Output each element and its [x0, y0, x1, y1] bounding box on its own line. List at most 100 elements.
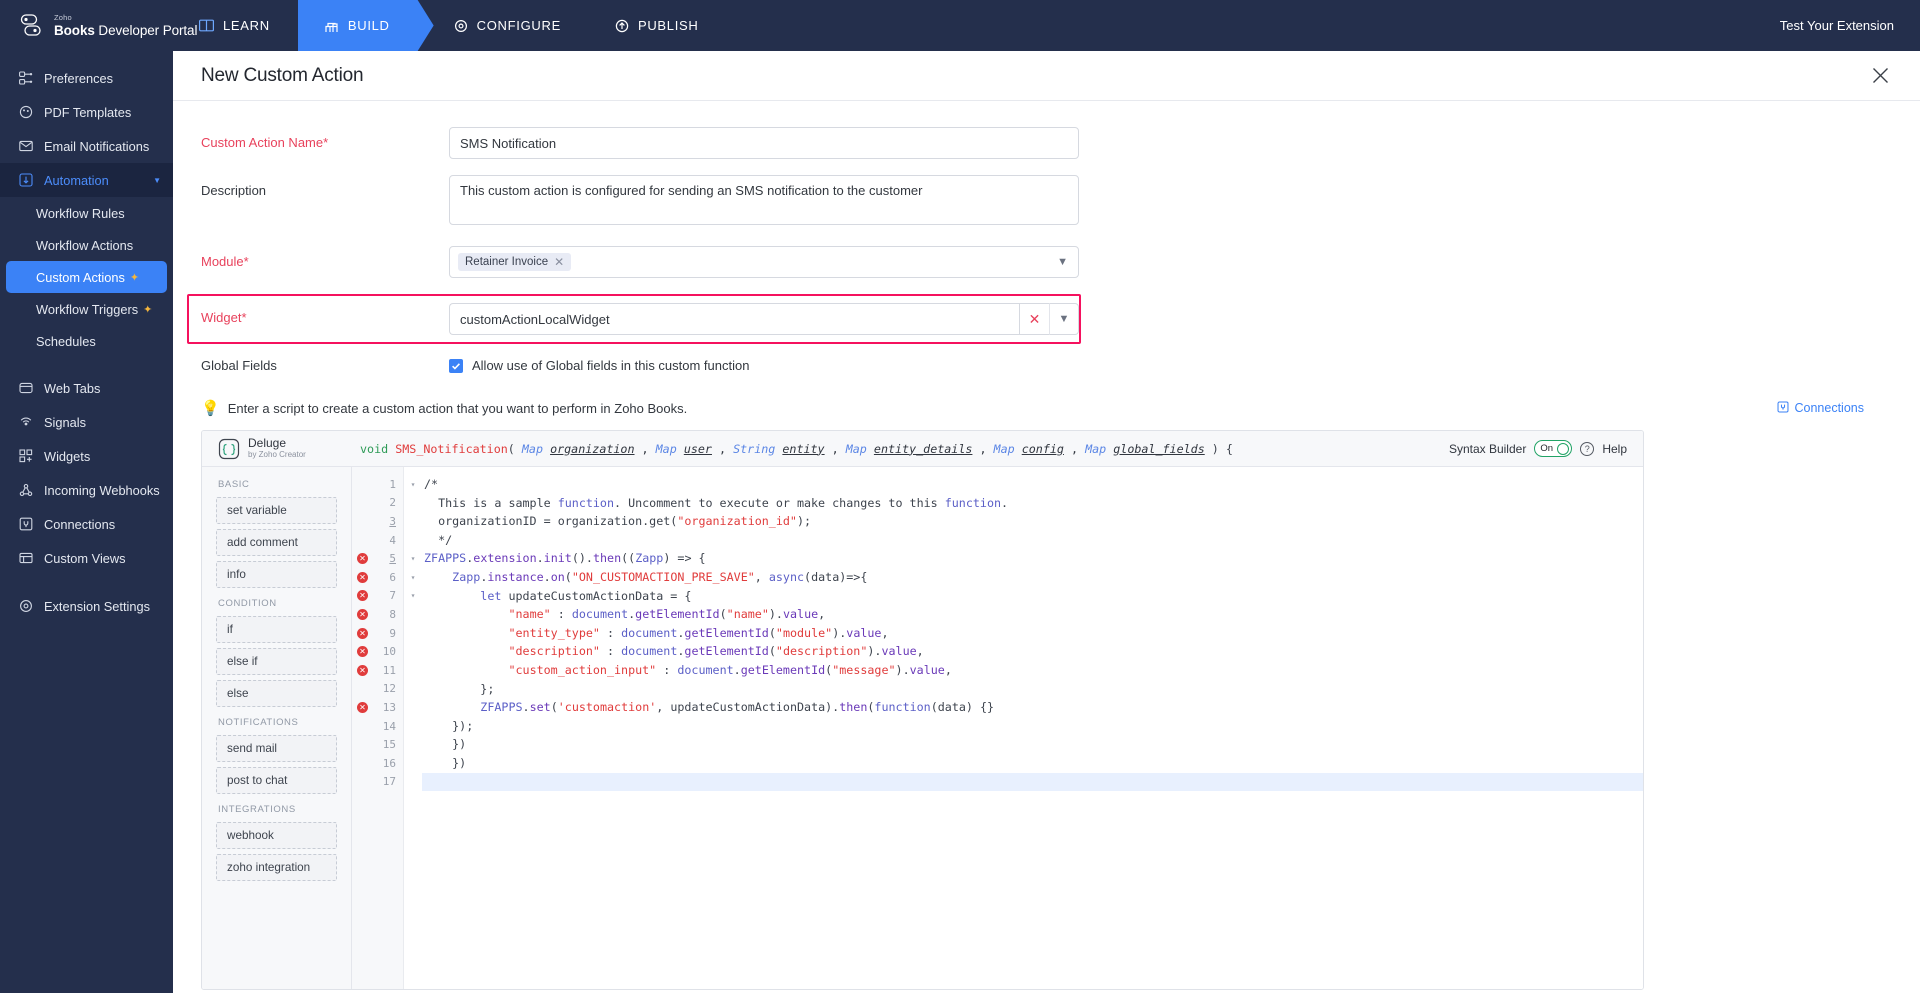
tab-build[interactable]: BUILD — [298, 0, 434, 51]
error-icon[interactable]: ✕ — [357, 572, 368, 583]
code-line[interactable]: }; — [422, 680, 1643, 699]
module-select[interactable]: Retainer Invoice ✕ ▼ — [449, 246, 1079, 278]
toggle-state-label: On — [1540, 443, 1553, 454]
sidebar-item-label: Email Notifications — [44, 139, 149, 154]
line-number: ✕5 — [352, 549, 403, 568]
palette-item-add-comment[interactable]: add comment — [216, 529, 337, 556]
param-name: config — [1022, 442, 1064, 456]
tab-learn[interactable]: LEARN — [173, 0, 298, 51]
code-line[interactable]: This is a sample function. Uncomment to … — [422, 494, 1643, 513]
signals-icon — [18, 415, 33, 430]
param-type: Map — [846, 442, 867, 456]
editor-body: BASIC set variable add comment info COND… — [202, 467, 1643, 989]
fold-spacer — [404, 531, 422, 550]
fold-toggle-icon[interactable]: ▾ — [404, 568, 422, 587]
description-textarea[interactable]: This custom action is configured for sen… — [449, 175, 1079, 225]
palette-item-info[interactable]: info — [216, 561, 337, 588]
chip-remove-icon[interactable]: ✕ — [554, 256, 564, 268]
tab-publish[interactable]: PUBLISH — [589, 0, 727, 51]
editor-header: Deluge by Zoho Creator void SMS_Notifica… — [202, 431, 1643, 467]
error-icon[interactable]: ✕ — [357, 609, 368, 620]
tab-configure-label: CONFIGURE — [477, 18, 561, 33]
error-icon[interactable]: ✕ — [357, 553, 368, 564]
sidebar-item-custom-views[interactable]: Custom Views — [0, 541, 173, 575]
error-icon[interactable]: ✕ — [357, 665, 368, 676]
sidebar-subitem-workflow-actions[interactable]: Workflow Actions — [0, 229, 173, 261]
brand-logo-area[interactable]: Zoho Books Developer Portal — [0, 0, 173, 51]
fold-toggle-icon[interactable]: ▾ — [404, 587, 422, 606]
error-icon[interactable]: ✕ — [357, 702, 368, 713]
close-icon[interactable] — [1868, 64, 1892, 88]
palette-item-post-to-chat[interactable]: post to chat — [216, 767, 337, 794]
global-fields-checkbox[interactable] — [449, 359, 463, 373]
code-line[interactable]: ZFAPPS.set('customaction', updateCustomA… — [422, 698, 1643, 717]
sidebar-item-connections[interactable]: Connections — [0, 507, 173, 541]
code-line[interactable]: organizationID = organization.get("organ… — [422, 512, 1643, 531]
fold-toggle-icon[interactable]: ▾ — [404, 549, 422, 568]
palette-item-else-if[interactable]: else if — [216, 648, 337, 675]
code-line[interactable]: ZFAPPS.extension.init().then((Zapp) => { — [422, 549, 1643, 568]
sidebar-item-automation[interactable]: Automation ▼ — [0, 163, 173, 197]
syntax-builder-toggle[interactable]: On — [1534, 440, 1572, 457]
code-line[interactable]: }) — [422, 735, 1643, 754]
palette-item-webhook[interactable]: webhook — [216, 822, 337, 849]
sidebar-item-web-tabs[interactable]: Web Tabs — [0, 371, 173, 405]
error-icon[interactable]: ✕ — [357, 590, 368, 601]
test-your-extension-button[interactable]: Test Your Extension — [1780, 18, 1894, 33]
fold-toggle-icon[interactable]: ▾ — [404, 475, 422, 494]
code-area[interactable]: 1234✕5✕6✕7✕8✕9✕10✕1112✕1314151617 ▾▾▾▾ /… — [352, 467, 1643, 989]
code-line[interactable]: "entity_type" : document.getElementId("m… — [422, 624, 1643, 643]
palette-item-set-variable[interactable]: set variable — [216, 497, 337, 524]
code-line[interactable]: /* — [422, 475, 1643, 494]
sidebar-subitem-schedules[interactable]: Schedules — [0, 325, 173, 357]
palette-item-send-mail[interactable]: send mail — [216, 735, 337, 762]
line-number: 4 — [352, 531, 403, 550]
module-chip: Retainer Invoice ✕ — [458, 253, 571, 271]
code-line[interactable] — [422, 773, 1643, 792]
fold-spacer — [404, 773, 422, 792]
sidebar-item-extension-settings[interactable]: Extension Settings — [0, 589, 173, 623]
sidebar-item-email-notifications[interactable]: Email Notifications — [0, 129, 173, 163]
code-line[interactable]: "custom_action_input" : document.getElem… — [422, 661, 1643, 680]
widget-select-control: ✕ ▼ — [449, 303, 1079, 335]
param-type: Map — [1085, 442, 1106, 456]
help-label[interactable]: Help — [1602, 442, 1627, 456]
sidebar-item-widgets[interactable]: Widgets — [0, 439, 173, 473]
chevron-down-icon[interactable]: ▼ — [1049, 303, 1079, 335]
sidebar-item-incoming-webhooks[interactable]: Incoming Webhooks — [0, 473, 173, 507]
sidebar-subitem-workflow-rules[interactable]: Workflow Rules — [0, 197, 173, 229]
page-title: New Custom Action — [201, 65, 363, 87]
code-line[interactable]: let updateCustomActionData = { — [422, 587, 1643, 606]
sidebar-item-pdf-templates[interactable]: PDF Templates — [0, 95, 173, 129]
widget-input[interactable] — [449, 303, 1019, 335]
clear-icon[interactable]: ✕ — [1019, 303, 1049, 335]
code-line[interactable]: "name" : document.getElementId("name").v… — [422, 605, 1643, 624]
fold-spacer — [404, 698, 422, 717]
error-icon[interactable]: ✕ — [357, 628, 368, 639]
code-line[interactable]: }); — [422, 717, 1643, 736]
code-line[interactable]: }) — [422, 754, 1643, 773]
help-icon[interactable]: ? — [1580, 442, 1594, 456]
sidebar-subitem-workflow-triggers[interactable]: Workflow Triggers ✦ — [0, 293, 173, 325]
tab-configure[interactable]: CONFIGURE — [428, 0, 589, 51]
code-line[interactable]: "description" : document.getElementId("d… — [422, 642, 1643, 661]
fold-gutter[interactable]: ▾▾▾▾ — [404, 467, 422, 989]
sidebar-item-preferences[interactable]: Preferences — [0, 61, 173, 95]
code-lines[interactable]: /* This is a sample function. Uncomment … — [422, 467, 1643, 989]
chevron-down-icon[interactable]: ▼ — [1057, 256, 1070, 268]
line-number: ✕8 — [352, 605, 403, 624]
connections-link[interactable]: Connections — [1777, 401, 1865, 416]
palette-item-if[interactable]: if — [216, 616, 337, 643]
error-icon[interactable]: ✕ — [357, 646, 368, 657]
line-number: 12 — [352, 680, 403, 699]
sidebar-subitem-custom-actions[interactable]: Custom Actions ✦ — [6, 261, 167, 293]
palette-item-zoho-integration[interactable]: zoho integration — [216, 854, 337, 881]
code-line[interactable]: Zapp.instance.on("ON_CUSTOMACTION_PRE_SA… — [422, 568, 1643, 587]
sidebar-divider — [0, 357, 173, 371]
line-number: 1 — [352, 475, 403, 494]
palette-item-else[interactable]: else — [216, 680, 337, 707]
snippet-palette: BASIC set variable add comment info COND… — [202, 467, 352, 989]
custom-action-name-input[interactable] — [449, 127, 1079, 159]
sidebar-item-signals[interactable]: Signals — [0, 405, 173, 439]
code-line[interactable]: */ — [422, 531, 1643, 550]
